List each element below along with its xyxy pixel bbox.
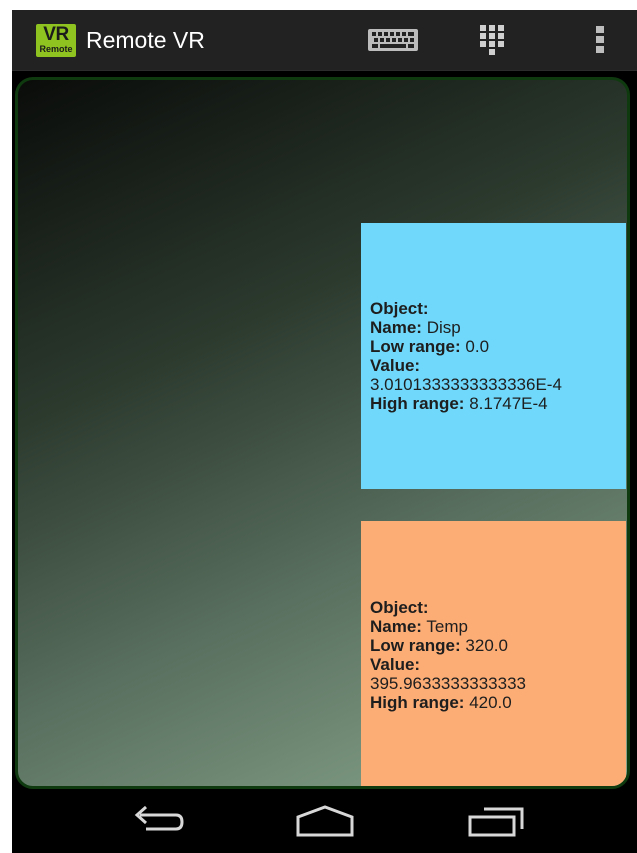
home-icon (296, 805, 354, 837)
value-text: 3.0101333333333336E-4 (370, 375, 562, 394)
vr-view-panel[interactable]: Object: Name: Disp Low range: 0.0 Value:… (15, 77, 630, 789)
name-label: Name: (370, 617, 422, 636)
name-value: Disp (426, 318, 461, 337)
high-range-value: 420.0 (469, 693, 512, 712)
app-logo: VR Remote (36, 24, 76, 57)
keyboard-icon (368, 29, 418, 51)
logo-sub-text: Remote (39, 44, 73, 54)
home-button[interactable] (274, 793, 374, 853)
overflow-menu-icon (596, 26, 604, 53)
back-icon (134, 805, 184, 831)
object-label: Object: (370, 598, 429, 617)
main-content: Object: Name: Disp Low range: 0.0 Value:… (12, 71, 637, 793)
low-range-row: Low range: 0.0 (370, 337, 618, 356)
low-range-value: 320.0 (465, 636, 508, 655)
overflow-menu-button[interactable] (572, 10, 632, 70)
keyboard-button[interactable] (352, 10, 432, 70)
object-info-card-temp[interactable]: Object: Name: Temp Low range: 320.0 Valu… (361, 521, 626, 786)
high-range-row: High range: 420.0 (370, 693, 618, 712)
keypad-icon (480, 25, 504, 55)
system-nav-bar (12, 793, 637, 853)
name-row: Name: Disp (370, 318, 618, 337)
phone-screen: VR Remote Remote VR Object: Name: Disp L… (12, 10, 637, 853)
value-label: Value: (370, 655, 421, 674)
action-bar: VR Remote Remote VR (12, 10, 637, 71)
name-label: Name: (370, 318, 422, 337)
value-text: 395.9633333333333 (370, 674, 526, 693)
low-range-row: Low range: 320.0 (370, 636, 618, 655)
recent-apps-button[interactable] (444, 793, 544, 853)
app-title: Remote VR (86, 27, 205, 53)
low-range-value: 0.0 (465, 337, 490, 356)
name-value: Temp (426, 617, 468, 636)
low-range-label: Low range: (370, 636, 461, 655)
high-range-label: High range: (370, 394, 465, 413)
value-label: Value: (370, 356, 421, 375)
high-range-value: 8.1747E-4 (469, 394, 548, 413)
object-info-card-disp[interactable]: Object: Name: Disp Low range: 0.0 Value:… (361, 223, 626, 489)
keypad-button[interactable] (460, 10, 530, 70)
back-button[interactable] (104, 793, 204, 853)
object-label: Object: (370, 299, 429, 318)
recent-apps-icon (468, 807, 524, 837)
logo-main-text: VR (43, 24, 69, 45)
high-range-row: High range: 8.1747E-4 (370, 394, 618, 413)
high-range-label: High range: (370, 693, 465, 712)
low-range-label: Low range: (370, 337, 461, 356)
name-row: Name: Temp (370, 617, 618, 636)
